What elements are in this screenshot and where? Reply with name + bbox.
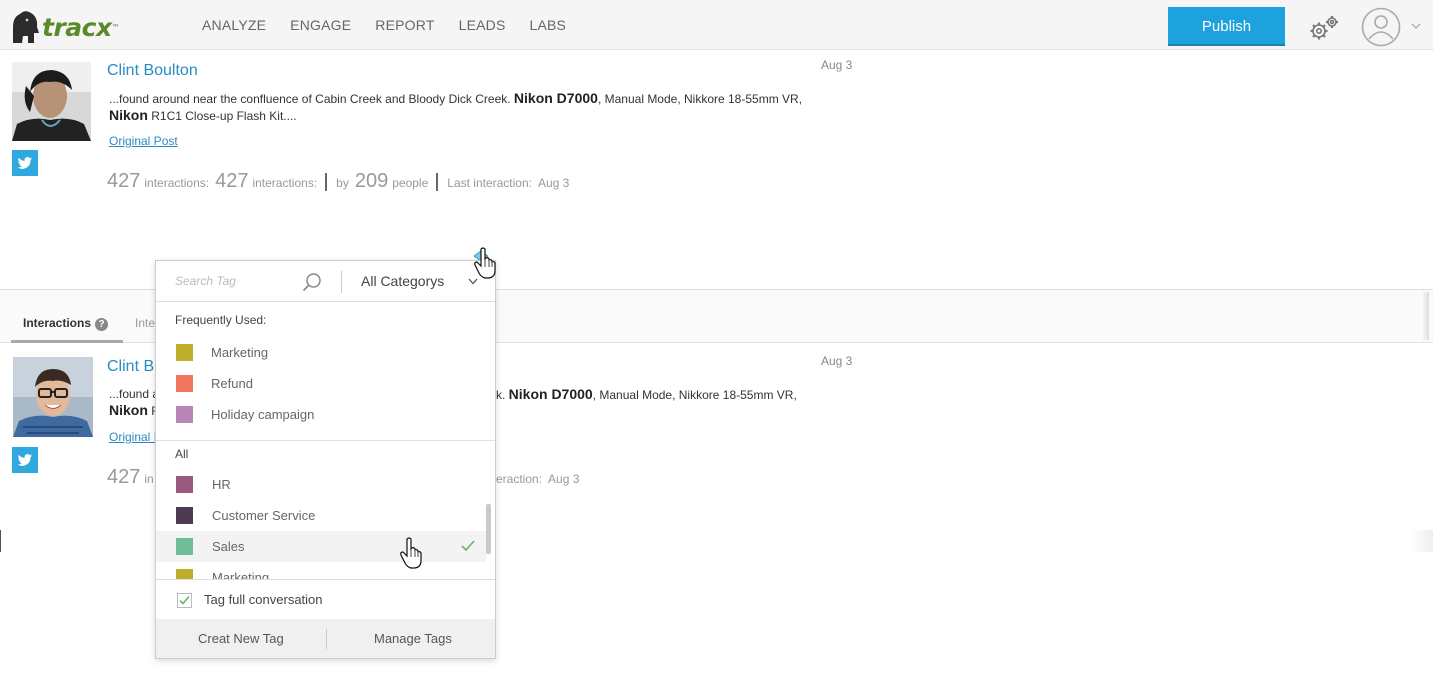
post-stats: 427 interactions: 427 interactions: by 209 p… (107, 170, 570, 192)
hand-cursor-icon (474, 247, 496, 279)
post-text-tail: k. Nikon D7000, Manual Mode, Nikkore 18-… (496, 386, 797, 402)
logo-text: tracx™ (42, 13, 120, 42)
hand-cursor-icon (400, 537, 422, 569)
tag-color-swatch (176, 344, 193, 361)
tag-color-swatch (176, 569, 193, 579)
tag-full-conversation-row[interactable]: Tag full conversation (156, 579, 495, 619)
tag-item-refund[interactable]: Refund (156, 368, 486, 399)
manage-tags-button[interactable]: Manage Tags (374, 631, 452, 646)
tag-name: Holiday campaign (211, 407, 315, 422)
tag-item-sales[interactable]: Sales (156, 531, 486, 562)
nav-leads[interactable]: LEADS (459, 17, 506, 33)
post-text: ...found around near the confluence of C… (109, 90, 803, 123)
tag-item-customer-service[interactable]: Customer Service (156, 500, 486, 531)
top-bar: tracx™ ANALYZE ENGAGE REPORT LEADS LABS … (0, 0, 1433, 50)
settings-gear-icon[interactable] (1307, 14, 1341, 42)
author-avatar[interactable] (12, 62, 91, 141)
tag-name: Customer Service (212, 508, 316, 523)
tag-name: Refund (211, 376, 253, 391)
strip-edge (1423, 292, 1429, 340)
chevron-down-icon[interactable] (468, 278, 478, 285)
tag-color-swatch (176, 406, 193, 423)
tag-name: HR (212, 477, 231, 492)
nav-report[interactable]: REPORT (375, 17, 434, 33)
all-label: All (175, 447, 189, 461)
post-date: Aug 3 (821, 354, 853, 368)
category-select[interactable]: All Categorys (361, 273, 444, 289)
post-stats: 427 in (107, 466, 154, 488)
tag-item-marketing[interactable]: Marketing (156, 562, 486, 579)
tag-item-marketing[interactable]: Marketing (156, 337, 486, 368)
chevron-down-icon[interactable] (1411, 22, 1421, 30)
gorilla-icon (13, 11, 39, 43)
publish-button[interactable]: Publish (1168, 7, 1285, 46)
tag-item-hr[interactable]: HR (156, 469, 486, 500)
scrollbar-thumb[interactable] (486, 504, 491, 554)
tracx-logo[interactable]: tracx™ (10, 9, 120, 43)
panel-edge (1410, 530, 1433, 552)
tag-search-input[interactable] (166, 269, 286, 293)
divider (326, 629, 327, 649)
user-avatar-icon[interactable] (1361, 7, 1401, 47)
original-post-link[interactable]: Original Post (109, 134, 178, 148)
post-stats-tail: eraction: Aug 3 (496, 472, 580, 486)
all-tags-list[interactable]: All HR Customer Service Sales Marketing (156, 441, 495, 579)
nav-analyze[interactable]: ANALYZE (202, 17, 266, 33)
tag-search-row: All Categorys (156, 261, 495, 302)
tag-full-conversation-label[interactable]: Tag full conversation (204, 592, 323, 607)
tab-interactions[interactable]: Interactions? (11, 316, 123, 343)
divider (341, 271, 342, 293)
tag-name: Sales (212, 539, 245, 554)
post-date: Aug 3 (821, 58, 853, 72)
check-icon (461, 540, 475, 552)
main-nav: ANALYZE ENGAGE REPORT LEADS LABS (202, 17, 590, 33)
search-icon[interactable] (302, 272, 322, 292)
original-post-link[interactable]: Original I (109, 430, 157, 444)
tag-item-holiday-campaign[interactable]: Holiday campaign (156, 399, 486, 430)
help-icon[interactable]: ? (95, 318, 109, 331)
tag-full-conversation-checkbox[interactable] (177, 593, 192, 608)
check-icon (179, 596, 190, 605)
tag-color-swatch (176, 476, 193, 493)
nav-engage[interactable]: ENGAGE (290, 17, 351, 33)
tab-second[interactable]: Inte (135, 316, 155, 330)
author-name[interactable]: Clint B (107, 358, 154, 376)
tag-name: Marketing (212, 570, 270, 579)
tag-dropdown: All Categorys Frequently Used: Marketing… (155, 260, 496, 659)
nav-labs[interactable]: LABS (530, 17, 567, 33)
create-new-tag-button[interactable]: Creat New Tag (198, 631, 284, 646)
twitter-icon[interactable] (12, 447, 38, 473)
author-name[interactable]: Clint Boulton (107, 62, 198, 80)
tag-color-swatch (176, 375, 193, 392)
twitter-icon[interactable] (12, 150, 38, 176)
tag-color-swatch (176, 507, 193, 524)
author-avatar[interactable] (13, 357, 93, 437)
tag-color-swatch (176, 538, 193, 555)
tag-name: Marketing (211, 345, 269, 360)
tag-panel-footer: Creat New Tag Manage Tags (156, 619, 495, 658)
panel-edge (0, 530, 1, 552)
frequently-used-label: Frequently Used: (175, 313, 267, 327)
